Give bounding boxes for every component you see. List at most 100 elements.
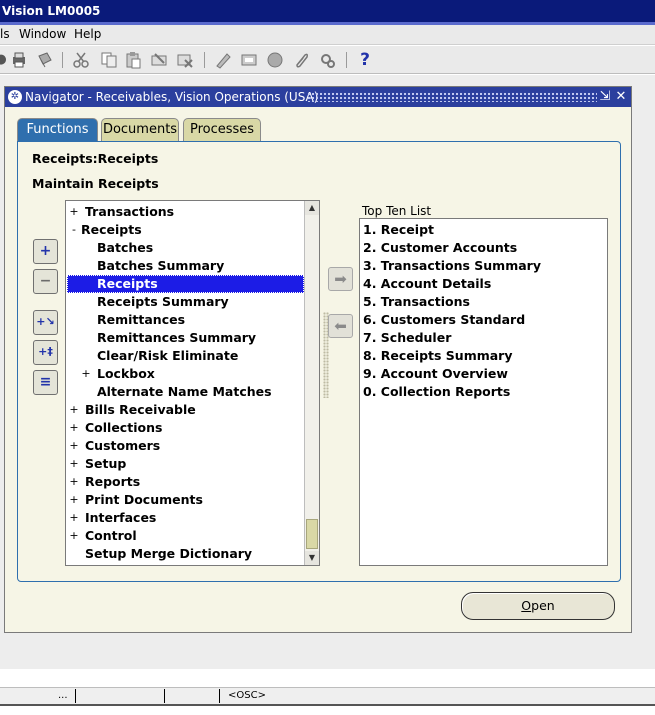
toolbar: ● ? bbox=[0, 46, 655, 74]
tree-item-label: Batches bbox=[97, 240, 154, 255]
expand-node-icon[interactable]: + bbox=[69, 491, 79, 509]
paste-icon[interactable] bbox=[124, 51, 142, 69]
attachments-icon[interactable] bbox=[292, 51, 310, 69]
menu-bar: ls Window Help bbox=[0, 25, 655, 45]
remove-from-top-ten-button[interactable]: ⬅ bbox=[328, 314, 353, 338]
scroll-down-icon[interactable]: ▼ bbox=[305, 551, 319, 565]
menu-help[interactable]: Help bbox=[74, 27, 101, 41]
tree-item[interactable]: + Interfaces bbox=[67, 509, 304, 527]
function-tree[interactable]: + Transactions - Receipts Batches Batches Sum… bbox=[65, 200, 320, 566]
top-ten-item[interactable]: 9. Account Overview bbox=[363, 365, 508, 383]
open-icon[interactable]: ● bbox=[0, 51, 10, 69]
delete-record-icon[interactable] bbox=[176, 51, 194, 69]
top-ten-item[interactable]: 6. Customers Standard bbox=[363, 311, 525, 329]
top-ten-item[interactable]: 0. Collection Reports bbox=[363, 383, 510, 401]
tree-item[interactable]: + Bills Receivable bbox=[67, 401, 304, 419]
top-ten-item[interactable]: 2. Customer Accounts bbox=[363, 239, 517, 257]
navigator-title: Navigator - Receivables, Vision Operatio… bbox=[25, 90, 319, 104]
scroll-up-icon[interactable]: ▲ bbox=[305, 201, 319, 215]
expand-all-button[interactable]: +‡ bbox=[33, 340, 58, 365]
tree-item-label: Setup Merge Dictionary bbox=[85, 546, 253, 561]
tree-item[interactable]: + Collections bbox=[67, 419, 304, 437]
tree-item-label: Reports bbox=[85, 474, 141, 489]
edit-field-icon[interactable] bbox=[214, 51, 232, 69]
top-ten-item[interactable]: 1. Receipt bbox=[363, 221, 434, 239]
tree-item[interactable]: Remittances bbox=[67, 311, 304, 329]
tree-item[interactable]: + Transactions bbox=[67, 203, 304, 221]
open-button[interactable]: Open bbox=[461, 592, 615, 620]
tree-item[interactable]: + Control bbox=[67, 527, 304, 545]
collapse-node-icon[interactable]: - bbox=[69, 221, 79, 239]
open-mnemonic: O bbox=[521, 598, 532, 613]
minimize-icon[interactable]: ⇲ bbox=[598, 89, 612, 105]
status-divider bbox=[75, 689, 76, 703]
app-title-bar: Vision LM0005 bbox=[0, 0, 655, 22]
expand-branch-button[interactable]: +↘ bbox=[33, 310, 58, 335]
cut-icon[interactable] bbox=[72, 51, 90, 69]
status-divider bbox=[219, 689, 220, 703]
status-bar: ... <OSC> bbox=[0, 687, 655, 704]
expand-node-icon[interactable]: + bbox=[69, 473, 79, 491]
tab-processes[interactable]: Processes bbox=[183, 118, 261, 142]
menu-window[interactable]: Window bbox=[19, 27, 66, 41]
tree-item[interactable]: Alternate Name Matches bbox=[67, 383, 304, 401]
top-ten-list[interactable]: 1. Receipt 2. Customer Accounts 3. Transac… bbox=[359, 218, 608, 566]
tree-item[interactable]: + Customers bbox=[67, 437, 304, 455]
navigator-window: ✲ Navigator - Receivables, Vision Operat… bbox=[4, 86, 632, 633]
tree-item[interactable]: Remittances Summary bbox=[67, 329, 304, 347]
title-bar-grip bbox=[307, 92, 597, 102]
scroll-thumb[interactable] bbox=[306, 519, 318, 549]
top-ten-item[interactable]: 8. Receipts Summary bbox=[363, 347, 513, 365]
folder-tools-icon[interactable] bbox=[318, 51, 336, 69]
expand-node-icon[interactable]: + bbox=[69, 527, 79, 545]
status-divider bbox=[164, 689, 165, 703]
tab-documents[interactable]: Documents bbox=[101, 118, 179, 142]
collapse-all-button[interactable]: ≡ bbox=[33, 370, 58, 395]
expand-node-icon[interactable]: + bbox=[69, 419, 79, 437]
tree-item-label: Print Documents bbox=[85, 492, 203, 507]
save-icon[interactable] bbox=[36, 51, 54, 69]
tree-item[interactable]: Setup Merge Dictionary bbox=[67, 545, 304, 563]
tree-item[interactable]: Batches Summary bbox=[67, 257, 304, 275]
top-ten-item[interactable]: 5. Transactions bbox=[363, 293, 470, 311]
help-icon[interactable]: ? bbox=[356, 51, 374, 69]
tree-item-label: Interfaces bbox=[85, 510, 157, 525]
oracle-app-icon: ✲ bbox=[8, 90, 22, 104]
tree-item[interactable]: + Setup bbox=[67, 455, 304, 473]
top-ten-item[interactable]: 7. Scheduler bbox=[363, 329, 451, 347]
expand-button[interactable]: + bbox=[33, 239, 58, 264]
tree-item-label: Remittances Summary bbox=[97, 330, 257, 345]
menu-tools[interactable]: ls bbox=[0, 27, 10, 41]
translation-icon[interactable] bbox=[266, 51, 284, 69]
tree-item-label: Receipts Summary bbox=[97, 294, 229, 309]
expand-node-icon[interactable]: + bbox=[69, 401, 79, 419]
expand-node-icon[interactable]: + bbox=[69, 437, 79, 455]
top-ten-item[interactable]: 4. Account Details bbox=[363, 275, 491, 293]
tree-item-label: Remittances bbox=[97, 312, 186, 327]
tree-item[interactable]: - Receipts bbox=[67, 221, 304, 239]
clear-record-icon[interactable] bbox=[150, 51, 168, 69]
tree-item[interactable]: Receipts bbox=[67, 275, 304, 293]
navigator-title-bar[interactable]: ✲ Navigator - Receivables, Vision Operat… bbox=[5, 87, 631, 107]
expand-node-icon[interactable]: + bbox=[69, 455, 79, 473]
add-to-top-ten-button[interactable]: ➡ bbox=[328, 267, 353, 291]
tab-functions[interactable]: Functions bbox=[17, 118, 98, 142]
expand-node-icon[interactable]: + bbox=[69, 203, 79, 221]
tree-item[interactable]: Receipts Summary bbox=[67, 293, 304, 311]
print-icon[interactable] bbox=[10, 51, 28, 69]
close-icon[interactable]: ✕ bbox=[614, 89, 628, 105]
tree-item-label: Batches Summary bbox=[97, 258, 225, 273]
tree-item[interactable]: + Lockbox bbox=[67, 365, 304, 383]
tree-item-label: Bills Receivable bbox=[85, 402, 196, 417]
top-ten-item[interactable]: 3. Transactions Summary bbox=[363, 257, 541, 275]
collapse-button[interactable]: − bbox=[33, 269, 58, 294]
expand-node-icon[interactable]: + bbox=[81, 365, 91, 383]
expand-node-icon[interactable]: + bbox=[69, 509, 79, 527]
tree-scrollbar[interactable]: ▲ ▼ bbox=[304, 201, 319, 565]
zoom-icon[interactable] bbox=[240, 51, 258, 69]
tree-item[interactable]: + Reports bbox=[67, 473, 304, 491]
tree-item[interactable]: Batches bbox=[67, 239, 304, 257]
copy-icon[interactable] bbox=[100, 51, 118, 69]
tree-item[interactable]: + Print Documents bbox=[67, 491, 304, 509]
tree-item[interactable]: Clear/Risk Eliminate bbox=[67, 347, 304, 365]
